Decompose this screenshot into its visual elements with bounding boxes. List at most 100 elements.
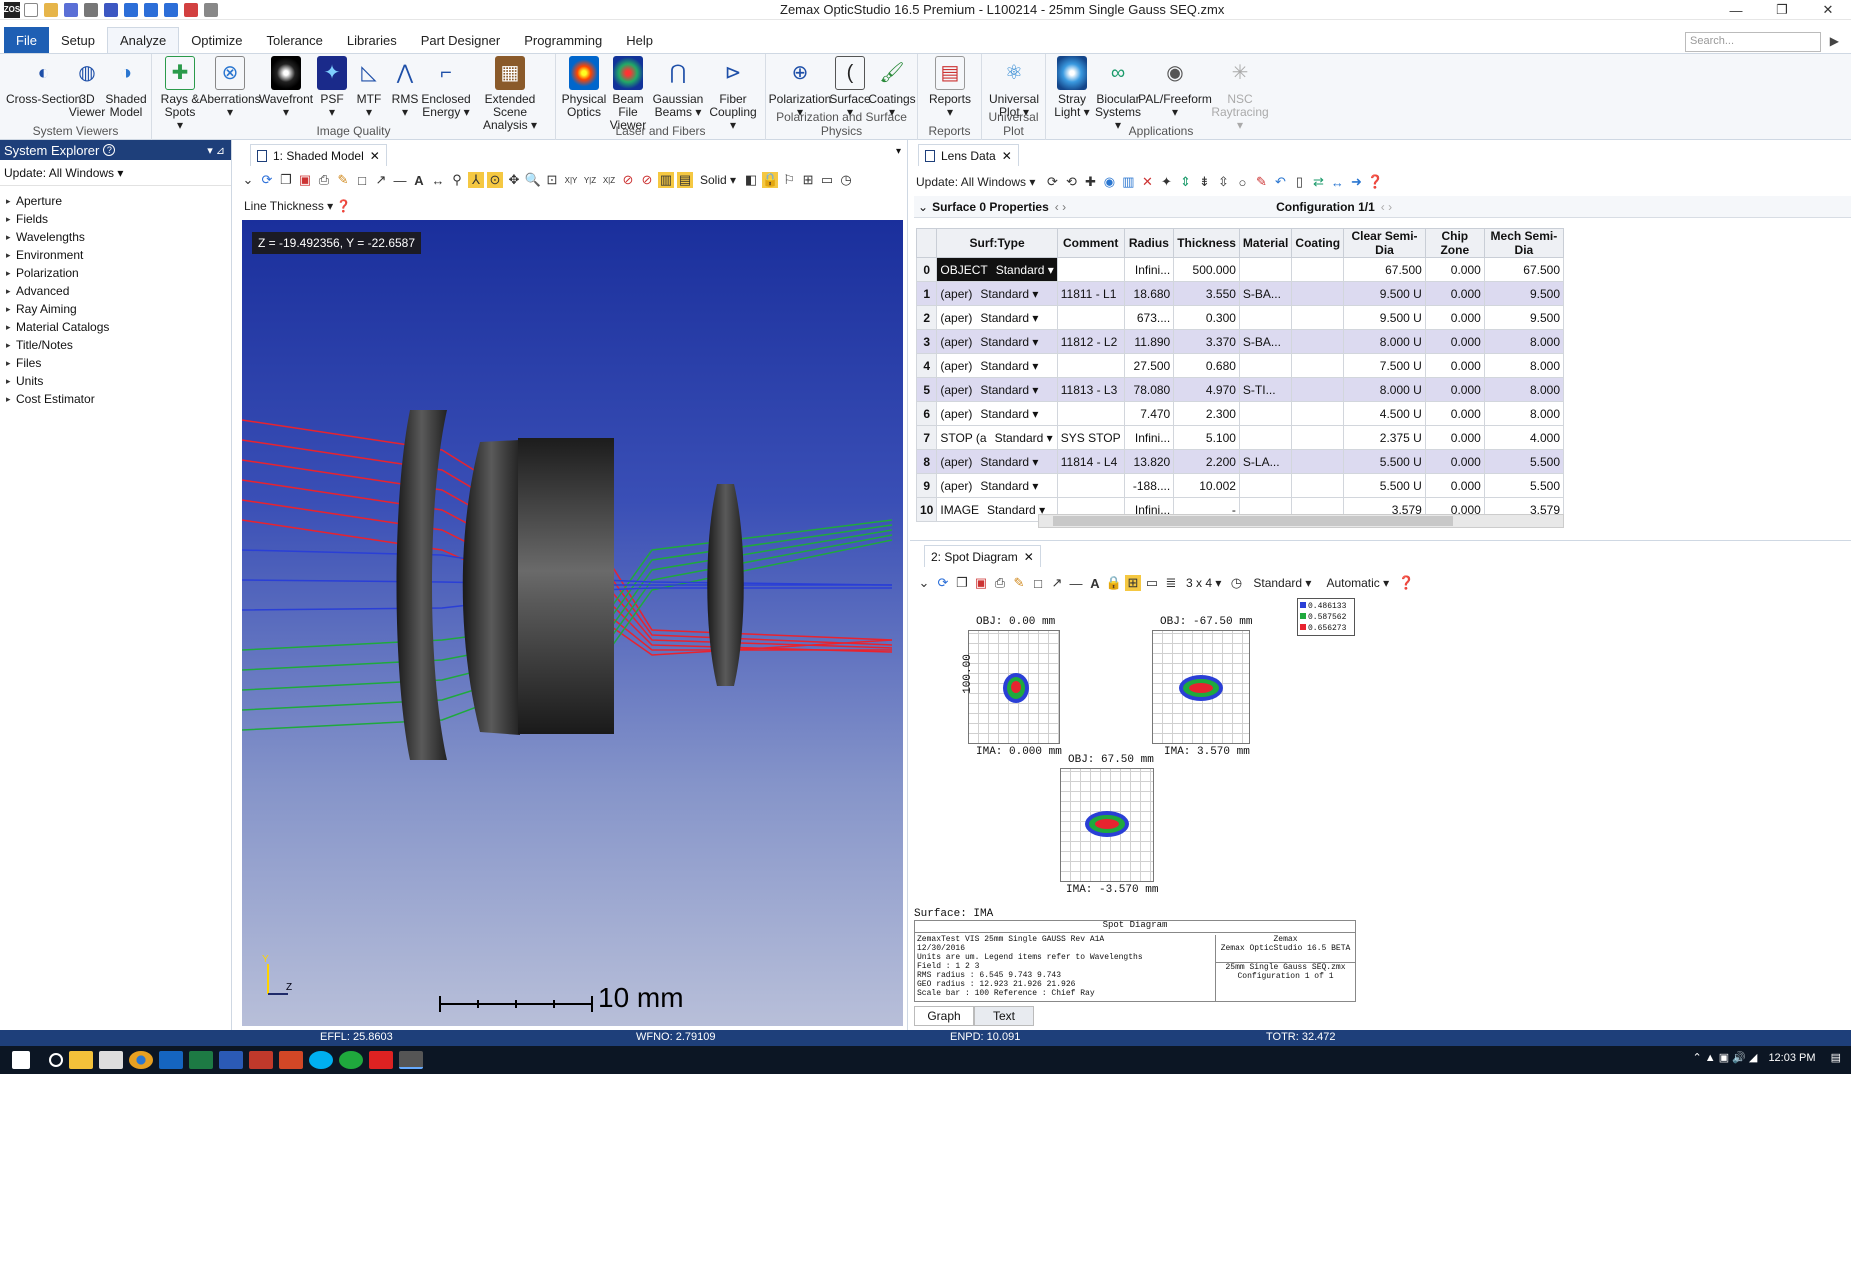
no-lens-icon[interactable]: ⊘	[639, 172, 655, 188]
cell-material[interactable]	[1238, 353, 1293, 378]
layers-icon[interactable]: ≣	[1163, 575, 1179, 591]
cell-thickness[interactable]: 2.200	[1173, 449, 1240, 474]
cell-comment[interactable]	[1056, 305, 1125, 330]
col-header-comment[interactable]: Comment	[1056, 228, 1125, 258]
rms-button[interactable]: ⋀ RMS ▾	[390, 56, 420, 119]
col-header-surf-type[interactable]: Surf:Type	[936, 228, 1058, 258]
shaded-model-button[interactable]: ◑ Shaded Model	[105, 56, 146, 119]
surface-type-dropdown[interactable]: Standard ▾	[995, 431, 1053, 445]
cell-thickness[interactable]: 4.970	[1173, 377, 1240, 402]
sys-item-wavelengths[interactable]: ▸ Wavelengths	[0, 228, 231, 246]
surface-type-dropdown[interactable]: Standard ▾	[980, 335, 1038, 349]
cell-surf-type[interactable]: STOP (a Standard ▾	[936, 425, 1058, 450]
cell-index[interactable]: 9	[915, 473, 938, 498]
surface-type-dropdown[interactable]: Standard ▾	[996, 263, 1054, 277]
lock-icon[interactable]: 🔒	[1106, 575, 1122, 591]
cell-thickness[interactable]: 3.550	[1173, 281, 1240, 306]
close-button[interactable]: ✕	[1805, 0, 1851, 20]
automatic-dropdown[interactable]: Automatic ▾	[1326, 576, 1389, 590]
help-icon[interactable]: ❓	[336, 199, 351, 213]
rays-spots-button[interactable]: ✚ Rays & Spots ▾	[160, 56, 200, 132]
wavefront-button[interactable]: Wavefront ▾	[259, 56, 313, 119]
close-all-icon[interactable]	[184, 2, 198, 17]
dimension-icon[interactable]: ↔	[430, 172, 446, 188]
help-icon[interactable]: ❓	[1398, 575, 1414, 591]
new-icon[interactable]	[24, 2, 38, 17]
cell-clear-semi-dia[interactable]: 2.375 U	[1343, 425, 1426, 450]
refresh-icon[interactable]: ⟳	[1044, 174, 1060, 190]
cell-index[interactable]: 0	[915, 257, 938, 282]
tab-shaded-model[interactable]: 1: Shaded Model ✕	[250, 144, 387, 166]
cell-radius[interactable]: -188....	[1123, 473, 1175, 498]
axes-icon[interactable]: ⅄	[468, 172, 484, 188]
sys-item-polarization[interactable]: ▸ Polarization	[0, 264, 231, 282]
cell-chip-zone[interactable]: 0.000	[1424, 449, 1485, 474]
powerpoint-icon[interactable]	[279, 1051, 303, 1069]
save-as-icon[interactable]	[104, 2, 118, 17]
surface-type-dropdown[interactable]: Standard ▾	[980, 479, 1038, 493]
search-input[interactable]: Search...	[1685, 32, 1821, 52]
spot-plot-3[interactable]	[1060, 768, 1154, 882]
cell-mech-semi-dia[interactable]: 8.000	[1483, 401, 1565, 426]
cell-chip-zone[interactable]: 0.000	[1424, 401, 1485, 426]
expand-icon[interactable]: ⌄	[918, 200, 928, 214]
save-icon[interactable]: ▣	[973, 575, 989, 591]
cell-index[interactable]: 2	[915, 305, 938, 330]
refresh-icon[interactable]	[164, 2, 178, 17]
cell-surf-type[interactable]: (aper) Standard ▾	[936, 329, 1058, 354]
cell-material[interactable]	[1238, 257, 1293, 282]
customize-icon[interactable]	[204, 2, 218, 17]
copy-icon[interactable]: ❐	[954, 575, 970, 591]
word-icon[interactable]	[219, 1051, 243, 1069]
sys-item-material-catalogs[interactable]: ▸ Material Catalogs	[0, 318, 231, 336]
cell-thickness[interactable]: 2.300	[1173, 401, 1240, 426]
cell-clear-semi-dia[interactable]: 7.500 U	[1343, 353, 1426, 378]
surface-type-dropdown[interactable]: Standard ▾	[980, 311, 1038, 325]
cell-material[interactable]	[1238, 401, 1293, 426]
cell-index[interactable]: 6	[915, 401, 938, 426]
cell-mech-semi-dia[interactable]: 8.000	[1483, 353, 1565, 378]
surface-type-dropdown[interactable]: Standard ▾	[980, 383, 1038, 397]
table-row[interactable]: 5 (aper) Standard ▾ 11813 - L3 78.080 4.970 S-…	[915, 377, 1565, 402]
cell-material[interactable]: S-LA...	[1238, 449, 1293, 474]
rotate-icon[interactable]: ⊙	[487, 172, 503, 188]
undo-icon[interactable]	[124, 2, 138, 17]
cell-material[interactable]	[1238, 425, 1293, 450]
sys-item-advanced[interactable]: ▸ Advanced	[0, 282, 231, 300]
tab-text[interactable]: Text	[974, 1006, 1034, 1026]
cell-thickness[interactable]: 10.002	[1173, 473, 1240, 498]
redo-icon[interactable]	[144, 2, 158, 17]
cell-mech-semi-dia[interactable]: 9.500	[1483, 281, 1565, 306]
text-icon[interactable]: A	[1087, 575, 1103, 591]
cell-clear-semi-dia[interactable]: 9.500 U	[1343, 305, 1426, 330]
cell-index[interactable]: 10	[915, 497, 938, 522]
outlook-icon[interactable]	[159, 1051, 183, 1069]
fit-icon[interactable]: ⊡	[544, 172, 560, 188]
cell-clear-semi-dia[interactable]: 5.500 U	[1343, 449, 1426, 474]
windows-start-icon[interactable]	[12, 1051, 30, 1069]
config-arrows-icon[interactable]: ‹ ›	[1381, 200, 1392, 214]
rectangle-icon[interactable]: □	[354, 172, 370, 188]
sys-item-fields[interactable]: ▸ Fields	[0, 210, 231, 228]
surface-type-dropdown[interactable]: Standard ▾	[980, 287, 1038, 301]
next-icon[interactable]: ➜	[1348, 174, 1364, 190]
no-rays-icon[interactable]: ⊘	[620, 172, 636, 188]
sys-item-units[interactable]: ▸ Units	[0, 372, 231, 390]
enclosed-energy-button[interactable]: ⌐ Enclosed Energy ▾	[421, 56, 470, 119]
cell-radius[interactable]: 18.680	[1123, 281, 1175, 306]
mtf-button[interactable]: ◺ MTF ▾	[354, 56, 384, 119]
spot-plot-2[interactable]	[1152, 630, 1250, 744]
tab-analyze[interactable]: Analyze	[106, 27, 180, 53]
col-header-radius[interactable]: Radius	[1123, 228, 1175, 258]
cell-coating[interactable]	[1291, 353, 1345, 378]
close-tab-icon[interactable]: ✕	[1002, 149, 1012, 163]
table-row[interactable]: 6 (aper) Standard ▾ 7.470 2.300 4.500 U 0.000 8…	[915, 401, 1565, 426]
col-header-chip-zone[interactable]: Chip Zone	[1424, 228, 1485, 258]
surface-type-dropdown[interactable]: Standard ▾	[980, 407, 1038, 421]
reports-button[interactable]: ▤ Reports ▾	[929, 56, 971, 119]
cell-coating[interactable]	[1291, 329, 1345, 354]
edit-icon[interactable]: ✎	[1253, 174, 1269, 190]
skype-icon[interactable]	[309, 1051, 333, 1069]
line-thickness-dropdown[interactable]: Line Thickness ▾	[244, 199, 333, 213]
cell-surf-type[interactable]: (aper) Standard ▾	[936, 353, 1058, 378]
